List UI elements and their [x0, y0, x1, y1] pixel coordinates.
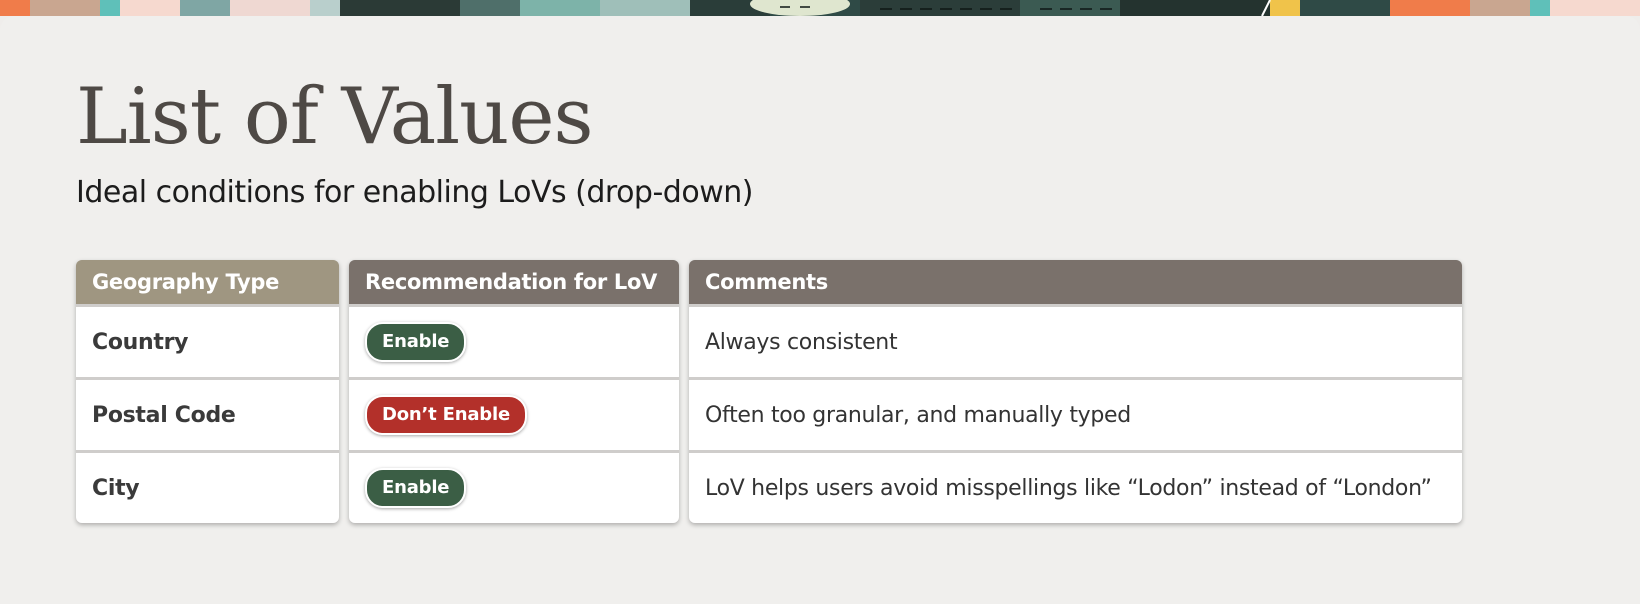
- cell-recommendation-postal-code: Don’t Enable: [349, 380, 679, 450]
- cell-geography-postal-code: Postal Code: [76, 380, 339, 450]
- header-geography-type: Geography Type: [76, 260, 339, 304]
- dont-enable-badge: Don’t Enable: [365, 395, 527, 435]
- cell-recommendation-city: Enable: [349, 453, 679, 523]
- cell-comment-city: LoV helps users avoid misspellings like …: [689, 453, 1462, 523]
- banner-pattern-icon: [0, 0, 1640, 16]
- cell-comment-postal-code: Often too granular, and manually typed: [689, 380, 1462, 450]
- enable-badge: Enable: [365, 322, 467, 362]
- decorative-banner: [0, 0, 1640, 16]
- cell-geography-country: Country: [76, 307, 339, 377]
- column-recommendation: Recommendation for LoV Enable Don’t Enab…: [349, 260, 679, 523]
- column-comments: Comments Always consistent Often too gra…: [689, 260, 1462, 523]
- page-title: List of Values: [76, 72, 594, 162]
- cell-recommendation-country: Enable: [349, 307, 679, 377]
- enable-badge: Enable: [365, 468, 467, 508]
- column-geography-type: Geography Type Country Postal Code City: [76, 260, 339, 523]
- page-subtitle: Ideal conditions for enabling LoVs (drop…: [76, 175, 753, 210]
- cell-geography-city: City: [76, 453, 339, 523]
- header-recommendation: Recommendation for LoV: [349, 260, 679, 304]
- header-comments: Comments: [689, 260, 1462, 304]
- cell-comment-country: Always consistent: [689, 307, 1462, 377]
